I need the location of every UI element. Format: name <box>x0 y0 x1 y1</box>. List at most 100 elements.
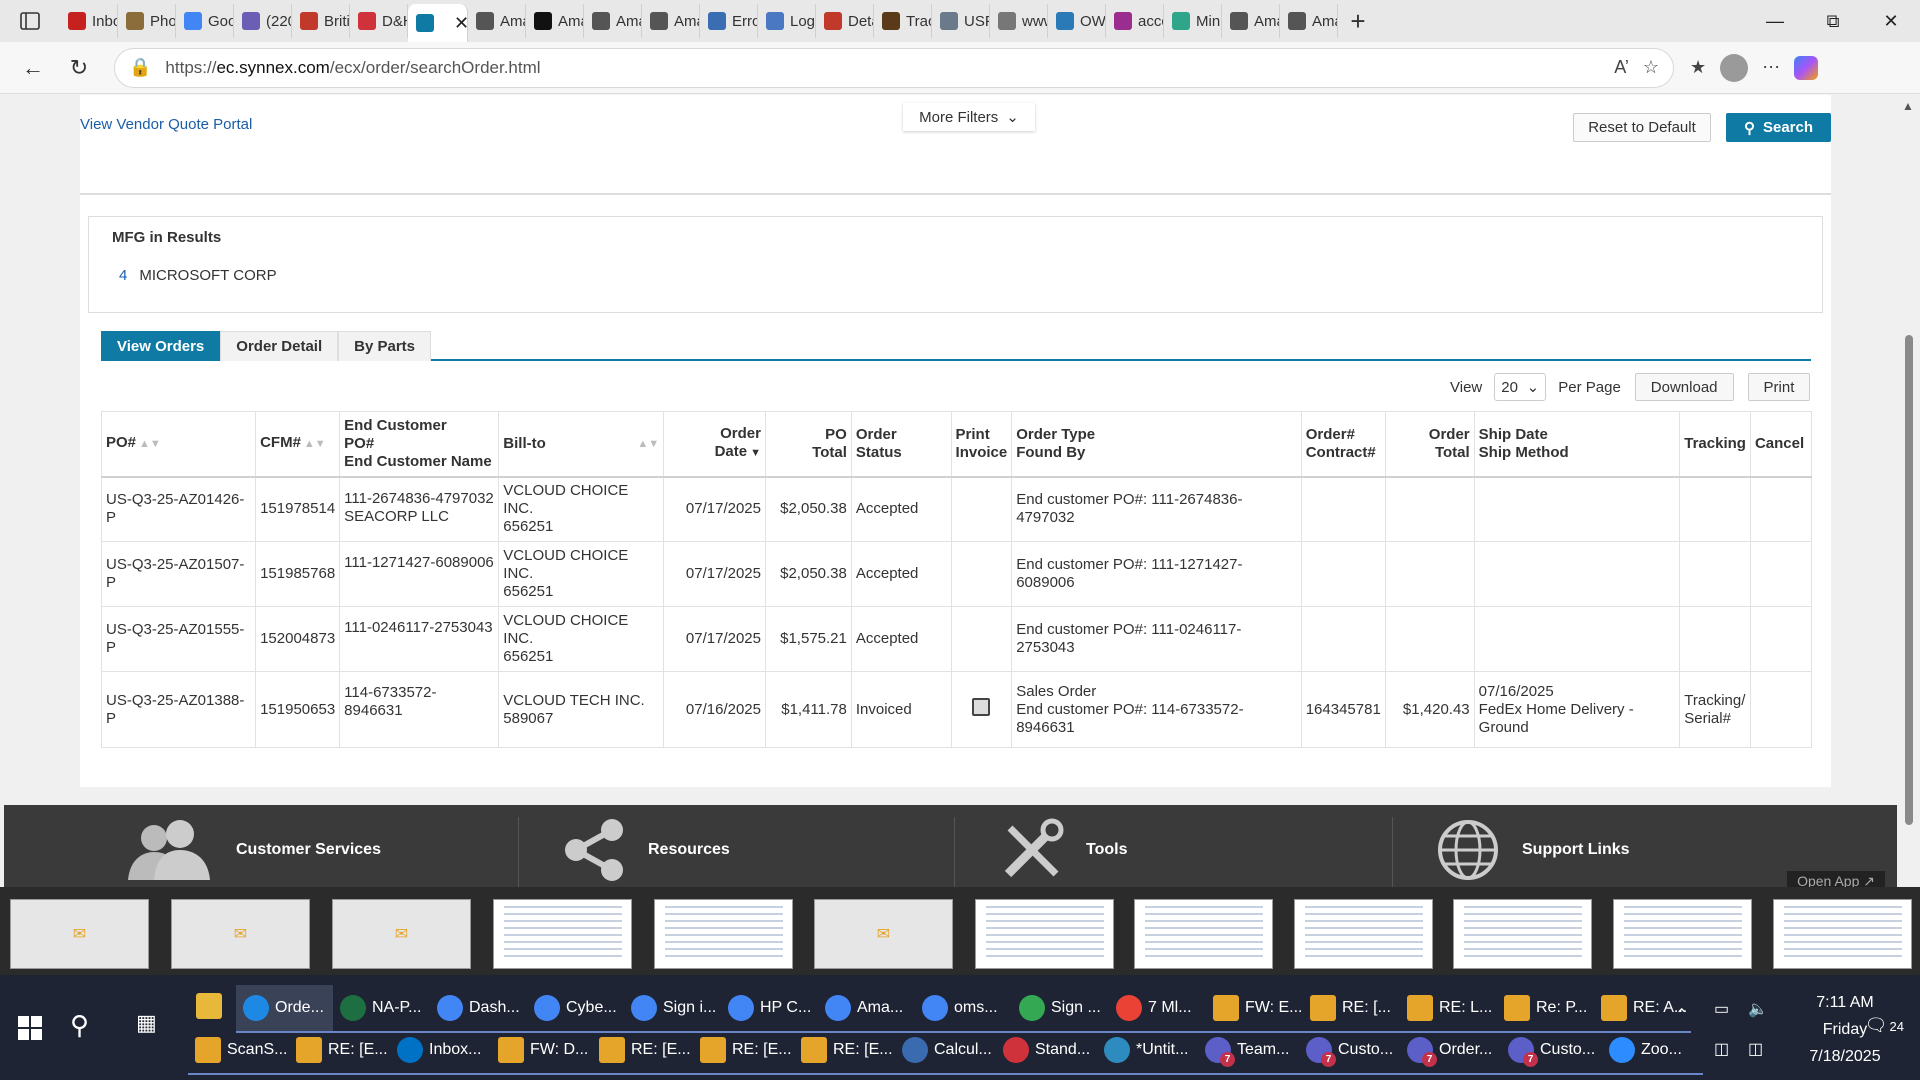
display-icon[interactable]: ◫ <box>1748 1039 1763 1059</box>
new-tab-button[interactable]: + <box>1338 6 1378 37</box>
favorite-star-icon[interactable]: ☆ <box>1643 57 1659 78</box>
window-thumbnail[interactable]: ✉ <box>332 899 471 969</box>
taskbar-item[interactable]: Dash... <box>430 985 527 1033</box>
taskbar-item[interactable]: Ama... <box>818 985 915 1033</box>
vendor-quote-portal-link[interactable]: View Vendor Quote Portal <box>80 116 252 133</box>
browser-tab[interactable]: Ama <box>526 4 584 38</box>
cfm-cell[interactable]: 152004873 <box>255 606 341 672</box>
window-thumbnail[interactable] <box>1773 899 1912 969</box>
taskbar-item[interactable]: Orde... <box>236 985 333 1033</box>
copilot-icon[interactable] <box>1794 55 1819 80</box>
volume-icon[interactable]: 🔈 <box>1748 999 1768 1019</box>
order-contract-cell[interactable] <box>1300 541 1386 607</box>
browser-tab[interactable]: Ama <box>642 4 700 38</box>
browser-tab[interactable]: D&H <box>350 4 408 38</box>
order-status-cell[interactable]: Invoiced <box>850 671 952 748</box>
download-button[interactable]: Download <box>1634 373 1734 401</box>
taskbar-item[interactable]: FW: D... <box>491 1027 592 1075</box>
scroll-up-icon[interactable]: ▲ <box>1902 99 1914 113</box>
browser-tab-active[interactable]: ✕ <box>408 4 468 42</box>
browser-tab[interactable]: Deta <box>816 4 874 38</box>
browser-tab[interactable]: Trac <box>874 4 932 38</box>
browser-tab[interactable]: (220 <box>234 4 292 38</box>
refresh-icon[interactable]: ↻ <box>56 48 102 88</box>
po-cell[interactable]: US-Q3-25-AZ01507- P <box>100 541 257 607</box>
browser-tab[interactable]: accc <box>1106 4 1164 38</box>
read-aloud-icon[interactable]: A’ <box>1614 57 1629 78</box>
order-contract-cell[interactable] <box>1300 476 1386 542</box>
browser-tab[interactable]: Inbo <box>60 4 118 38</box>
taskbar-item[interactable]: 7 Custo... <box>1501 1027 1602 1075</box>
col-po-total[interactable]: PO Total <box>764 411 852 478</box>
cfm-cell[interactable]: 151950653 <box>255 671 341 748</box>
window-thumbnail[interactable] <box>1453 899 1592 969</box>
cfm-cell[interactable]: 151978514 <box>255 476 341 542</box>
search-button[interactable]: ⚲ Search <box>1726 113 1831 142</box>
maximize-icon[interactable]: ⧉ <box>1804 0 1862 42</box>
footer-support-links[interactable]: Support Links <box>1436 815 1630 885</box>
footer-tools[interactable]: Tools <box>1000 815 1127 885</box>
more-filters-toggle[interactable]: More Filters ⌄ <box>903 103 1035 131</box>
taskbar-item[interactable]: Calcul... <box>895 1027 996 1075</box>
taskbar-item[interactable]: *Untit... <box>1097 1027 1198 1075</box>
tab-actions-icon[interactable] <box>0 0 60 42</box>
window-thumbnail[interactable]: ✉ <box>10 899 149 969</box>
print-button[interactable]: Print <box>1747 373 1811 401</box>
browser-tab[interactable]: Ama <box>468 4 526 38</box>
col-bill-to[interactable]: Bill-to ▲▼ <box>498 411 665 478</box>
profile-avatar[interactable] <box>1720 53 1749 82</box>
minimize-icon[interactable]: — <box>1746 0 1804 42</box>
task-view-icon[interactable]: ▦ <box>136 1010 157 1036</box>
address-bar[interactable]: 🔒 https://ec.synnex.com/ecx/order/search… <box>114 47 1674 88</box>
taskbar-item[interactable]: RE: [E... <box>289 1027 390 1075</box>
taskbar-item[interactable]: FW: E... <box>1206 985 1303 1033</box>
taskbar-item[interactable]: Sign ... <box>1012 985 1109 1033</box>
taskbar-item[interactable]: RE: L... <box>1400 985 1497 1033</box>
window-thumbnail[interactable] <box>1613 899 1752 969</box>
taskbar-item[interactable]: RE: [E... <box>592 1027 693 1075</box>
browser-tab[interactable]: www <box>990 4 1048 38</box>
more-options-icon[interactable]: ⋯ <box>1762 57 1780 78</box>
taskbar-item[interactable]: ScanS... <box>188 1027 289 1075</box>
taskbar-item[interactable]: RE: [E... <box>693 1027 794 1075</box>
browser-tab[interactable]: Ama <box>1222 4 1280 38</box>
footer-resources[interactable]: Resources <box>562 815 730 885</box>
taskbar-item[interactable]: RE: [E... <box>794 1027 895 1075</box>
col-cfm[interactable]: CFM# ▲▼ <box>255 411 341 478</box>
taskbar-item[interactable]: 7 Custo... <box>1299 1027 1400 1075</box>
taskbar-item[interactable]: Sign i... <box>624 985 721 1033</box>
browser-tab[interactable]: Mini <box>1164 4 1222 38</box>
notification-center-icon[interactable]: 🗨 24 <box>1865 1015 1904 1036</box>
browser-tab[interactable]: Ama <box>1280 4 1338 38</box>
close-window-icon[interactable]: ✕ <box>1862 0 1920 42</box>
tab-by-parts[interactable]: By Parts <box>338 331 432 361</box>
chevron-up-icon[interactable]: ⌃ <box>1675 1005 1688 1025</box>
tab-order-detail[interactable]: Order Detail <box>220 331 339 361</box>
col-po[interactable]: PO# ▲▼ <box>100 411 257 478</box>
window-thumbnail[interactable]: ✉ <box>814 899 953 969</box>
browser-tab[interactable]: Erro <box>700 4 758 38</box>
tracking-cell[interactable]: Tracking/ Serial# <box>1679 671 1751 748</box>
tab-view-orders[interactable]: View Orders <box>101 331 221 361</box>
reset-to-default-button[interactable]: Reset to Default <box>1573 113 1711 142</box>
taskbar-item[interactable]: RE: [... <box>1303 985 1400 1033</box>
cfm-cell[interactable]: 151985768 <box>255 541 341 607</box>
footer-customer-services[interactable]: Customer Services <box>124 815 381 885</box>
scroll-thumb[interactable] <box>1905 335 1913 825</box>
taskbar-item[interactable]: 7 Ml... <box>1109 985 1206 1033</box>
file-explorer-icon[interactable] <box>196 993 222 1019</box>
taskbar-item[interactable]: 7 Team... <box>1198 1027 1299 1075</box>
favorites-icon[interactable]: ★ <box>1690 57 1706 78</box>
col-order-status[interactable]: Order Status <box>850 411 952 478</box>
lock-icon[interactable]: 🔒 <box>129 57 151 78</box>
browser-tab[interactable]: OW <box>1048 4 1106 38</box>
tracking-cell[interactable] <box>1679 541 1751 607</box>
po-cell[interactable]: US-Q3-25-AZ01388- P <box>100 671 257 748</box>
tracking-cell[interactable] <box>1679 606 1751 672</box>
window-thumbnail[interactable]: ✉ <box>171 899 310 969</box>
taskbar-item[interactable]: Inbox... <box>390 1027 491 1075</box>
browser-tab[interactable]: Goo <box>176 4 234 38</box>
window-thumbnail[interactable] <box>1134 899 1273 969</box>
po-cell[interactable]: US-Q3-25-AZ01555- P <box>100 606 257 672</box>
order-contract-cell[interactable]: 164345781 <box>1300 671 1386 748</box>
